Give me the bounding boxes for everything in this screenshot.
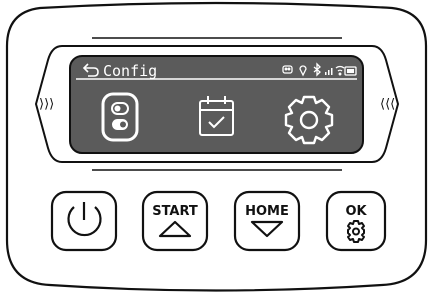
ok-label: OK xyxy=(345,204,367,219)
right-arrows: ⟨⟨⟨ xyxy=(380,97,395,112)
ok-button[interactable]: OK xyxy=(325,190,387,252)
control-panel: Config ⟩⟩⟩ ⟨⟨⟨ START HOME OK xyxy=(5,1,428,292)
home-button[interactable]: HOME xyxy=(233,190,301,252)
power-button[interactable] xyxy=(50,190,118,252)
screen-title: Config xyxy=(103,62,157,80)
start-label: START xyxy=(152,204,198,219)
left-arrows: ⟩⟩⟩ xyxy=(39,97,54,112)
start-button[interactable]: START xyxy=(141,190,209,252)
home-label: HOME xyxy=(245,204,289,219)
